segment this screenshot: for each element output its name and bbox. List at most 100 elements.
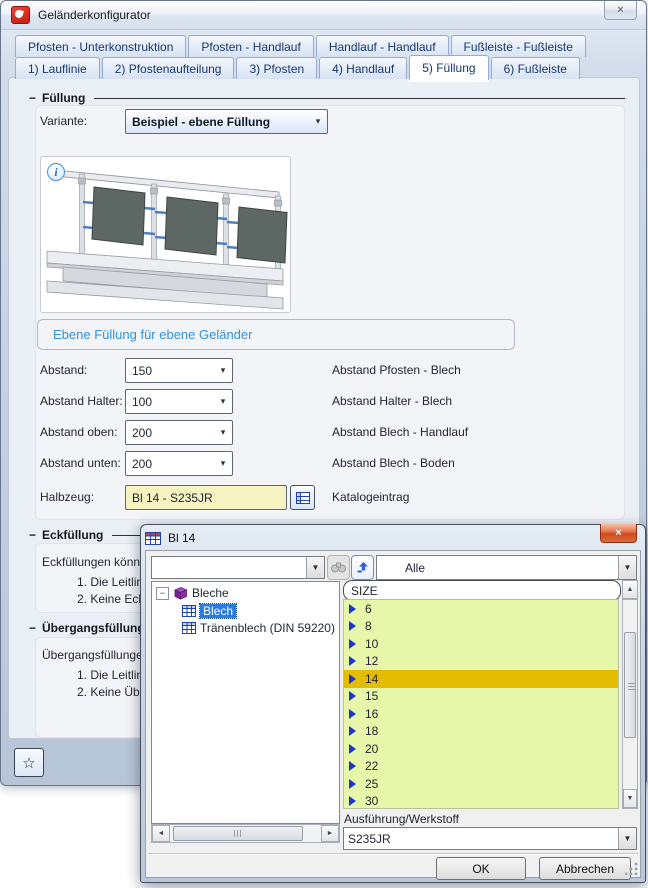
scroll-right-icon[interactable]: ► [321, 825, 339, 842]
tree-node-blech[interactable]: Blech [182, 603, 238, 619]
binoculars-icon [331, 562, 346, 573]
scroll-up-icon: ▲ [626, 586, 634, 593]
tab-handlauf[interactable]: 4) Handlauf [319, 57, 408, 79]
tab-strip-steps: 1) Lauflinie 2) Pfostenaufteilung 3) Pfo… [15, 55, 580, 80]
variante-combobox[interactable]: Beispiel - ebene Füllung ▾ [125, 109, 328, 134]
abstand-desc: Abstand Pfosten - Blech [332, 363, 461, 377]
close-icon[interactable]: × [604, 1, 637, 20]
tab-fussleiste[interactable]: 6) Fußleiste [490, 57, 580, 79]
tab-handlauf-handlauf[interactable]: Handlauf - Handlauf [315, 35, 449, 57]
size-column-header[interactable]: SIZE [343, 580, 621, 601]
row-marker-icon [349, 796, 356, 807]
list-item[interactable]: 22 [344, 758, 618, 776]
halbzeug-field[interactable]: Bl 14 - S235JR [125, 485, 287, 510]
chevron-down-icon: ▾ [220, 365, 226, 375]
row-marker-icon [349, 726, 356, 737]
resize-grip[interactable] [625, 862, 638, 875]
list-item[interactable]: 15 [344, 688, 618, 706]
tree-node-bleche[interactable]: − Bleche [156, 586, 229, 600]
abstand-halter-desc: Abstand Halter - Blech [332, 394, 453, 408]
abstand-halter-value: 100 [132, 394, 153, 409]
material-combobox[interactable]: S235JR ▼ [343, 827, 637, 850]
tab-pfostenaufteilung[interactable]: 2) Pfostenaufteilung [101, 57, 235, 79]
filter-value: Alle [405, 560, 426, 575]
catalog-dialog: Bl 14 × ▼ Alle ▼ − Bleche Blech Tränenbl… [140, 524, 646, 883]
scrollbar-thumb[interactable] [624, 632, 636, 738]
material-value: S235JR [348, 831, 391, 846]
up-level-button[interactable] [351, 555, 374, 580]
tree-node-traenenblech[interactable]: Tränenblech (DIN 59220) [182, 621, 335, 635]
chevron-down-icon: ▾ [220, 458, 226, 468]
catalog-title-bar[interactable]: Bl 14 [145, 527, 641, 549]
collapse-icon[interactable]: − [29, 528, 36, 542]
list-item[interactable]: 18 [344, 723, 618, 741]
list-item-label: 8 [365, 619, 372, 634]
screen: { "colors": { "accent_link_blue": "#2e93… [0, 0, 648, 888]
catalog-browse-button[interactable] [290, 485, 315, 510]
info-icon[interactable]: i [47, 163, 65, 181]
list-item-selected[interactable]: 14 [344, 670, 618, 688]
abstand-halter-combobox[interactable]: 100 ▾ [125, 389, 233, 414]
list-item[interactable]: 12 [344, 653, 618, 671]
list-item[interactable]: 6 [344, 600, 618, 618]
abstand-halter-label: Abstand Halter: [40, 394, 123, 408]
abstand-oben-desc: Abstand Blech - Handlauf [332, 425, 469, 439]
list-vertical-scrollbar[interactable]: ▼ [622, 599, 638, 809]
list-item-label: 16 [365, 706, 379, 721]
halbzeug-value: Bl 14 - S235JR [132, 490, 213, 505]
ok-button[interactable]: OK [436, 857, 526, 880]
abstand-oben-combobox[interactable]: 200 ▾ [125, 420, 233, 445]
chevron-down-icon: ▾ [315, 116, 321, 126]
combo-arrow-icon[interactable]: ▼ [618, 556, 636, 579]
cancel-button[interactable]: Abbrechen [539, 857, 631, 880]
collapse-icon[interactable]: − [29, 621, 36, 635]
tree-horizontal-scrollbar[interactable]: ◄ ► [151, 824, 340, 843]
search-button[interactable] [327, 555, 350, 580]
tab-pfosten-unterkonstruktion[interactable]: Pfosten - Unterkonstruktion [15, 35, 187, 57]
tree-node-blech-label: Blech [198, 603, 238, 619]
list-item[interactable]: 16 [344, 705, 618, 723]
list-item[interactable]: 25 [344, 775, 618, 793]
tab-lauflinie[interactable]: 1) Lauflinie [15, 57, 100, 79]
abstand-unten-label: Abstand unten: [40, 456, 121, 470]
abstand-oben-value: 200 [132, 425, 153, 440]
list-item-label: 22 [365, 759, 379, 774]
combo-arrow-icon[interactable]: ▼ [306, 557, 324, 578]
list-item[interactable]: 10 [344, 635, 618, 653]
group-eckfuellung-label: Eckfüllung [42, 528, 104, 542]
main-title-bar[interactable]: Geländerkonfigurator [1, 1, 646, 30]
row-marker-icon [349, 691, 356, 702]
tab-pfosten-handlauf[interactable]: Pfosten - Handlauf [188, 35, 314, 57]
group-fuellung-header: − Füllung [29, 91, 625, 105]
search-combobox[interactable]: ▼ [151, 556, 325, 579]
abstand-combobox[interactable]: 150 ▾ [125, 358, 233, 383]
close-icon[interactable]: × [600, 524, 637, 543]
row-marker-icon [349, 708, 356, 719]
scroll-down-button[interactable]: ▼ [623, 789, 637, 808]
list-item-label: 14 [365, 671, 379, 686]
combo-arrow-icon[interactable]: ▼ [618, 828, 636, 849]
scroll-left-icon[interactable]: ◄ [152, 825, 170, 842]
scroll-up-button[interactable]: ▲ [622, 580, 638, 599]
favorite-button[interactable]: ☆ [14, 748, 44, 777]
row-marker-icon [349, 761, 356, 772]
tab-fussleiste-fussleiste[interactable]: Fußleiste - Fußleiste [450, 35, 586, 57]
list-item[interactable]: 8 [344, 618, 618, 636]
tab-fuellung-active[interactable]: 5) Füllung [409, 55, 489, 80]
tree-node-bleche-label: Bleche [192, 586, 229, 600]
material-label: Ausführung/Werkstoff [344, 812, 459, 826]
list-item[interactable]: 20 [344, 740, 618, 758]
size-list: 6 8 10 12 14 15 16 18 20 22 25 30 [343, 599, 619, 809]
tree-collapse-icon[interactable]: − [156, 586, 169, 600]
collapse-icon[interactable]: − [29, 91, 36, 105]
scrollbar-thumb[interactable] [173, 826, 303, 841]
catalog-client-area: ▼ Alle ▼ − Bleche Blech Tränenblech (DIN… [145, 550, 641, 880]
tab-pfosten[interactable]: 3) Pfosten [236, 57, 318, 79]
list-item[interactable]: 30 [344, 793, 618, 811]
abstand-unten-combobox[interactable]: 200 ▾ [125, 451, 233, 476]
book-icon [173, 586, 188, 600]
list-item-label: 15 [365, 689, 379, 704]
sheet-icon [182, 605, 196, 617]
list-item-label: 6 [365, 601, 372, 616]
filter-combobox[interactable]: Alle ▼ [376, 555, 637, 580]
